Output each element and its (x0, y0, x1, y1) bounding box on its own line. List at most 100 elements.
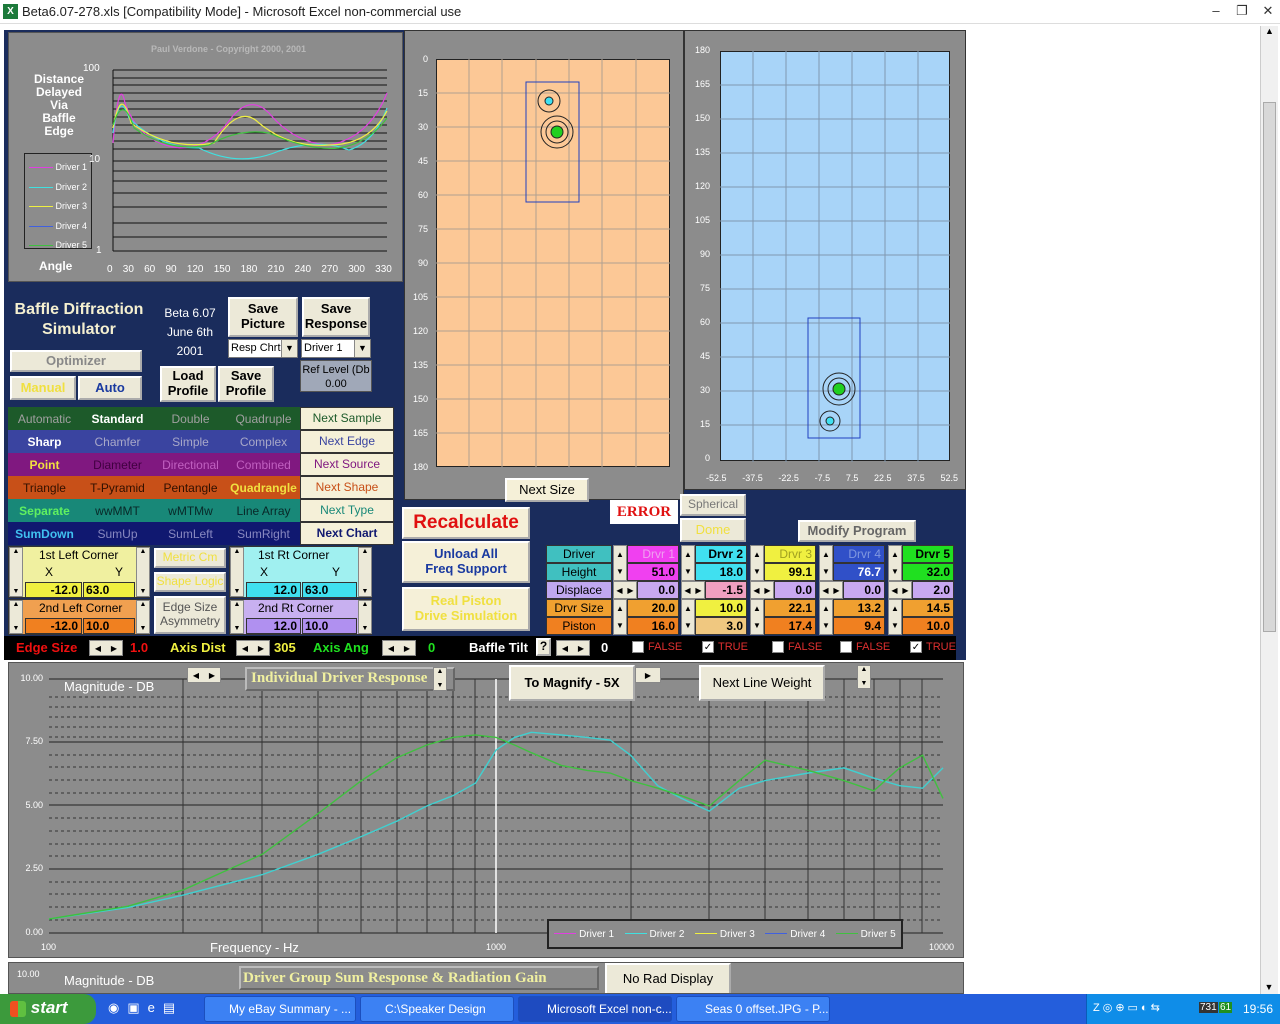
quick-launch-icon[interactable]: e (148, 1000, 163, 1015)
minimize-button[interactable]: – (1204, 2, 1228, 20)
option-quadrangle[interactable]: Quadrangle (227, 476, 300, 499)
corner-spinner[interactable]: ▲ ▼ (136, 547, 150, 597)
driver-4-checkbox[interactable] (840, 641, 852, 653)
close-button[interactable]: ✕ (1256, 2, 1280, 20)
taskbar-item-seas[interactable]: Seas 0 offset.JPG - P... (676, 996, 830, 1022)
option-t-pyramid[interactable]: T-Pyramid (81, 476, 154, 499)
ref-level-value[interactable]: 0.00 (301, 377, 371, 391)
driver-2-displace[interactable]: -1.5 (705, 581, 747, 599)
driver-4-height[interactable]: 76.7 (833, 563, 885, 581)
driver-3-piston[interactable]: 17.4 (764, 617, 816, 635)
driver-3-displace-arrows[interactable]: ◀ ▶ (750, 581, 774, 599)
option-wwmmt[interactable]: wwMMT (81, 499, 154, 522)
option-sumright[interactable]: SumRight (227, 522, 300, 545)
driver-1-name[interactable]: Drvr 1 (627, 545, 679, 563)
maximize-button[interactable]: ❐ (1230, 2, 1254, 20)
real-piston-button[interactable]: Real Piston Drive Simulation (402, 587, 530, 631)
driver-1-spinner[interactable]: ▲ ▼ (613, 545, 627, 581)
taskbar-item-speaker-design[interactable]: C:\Speaker Design (360, 996, 514, 1022)
save-profile-button[interactable]: Save Profile (218, 366, 274, 402)
option-wmtmw[interactable]: wMTMw (154, 499, 227, 522)
line-weight-spinner[interactable]: ▲ ▼ (857, 665, 871, 689)
driver-2-height[interactable]: 18.0 (695, 563, 747, 581)
driver-4-displace[interactable]: 0.0 (843, 581, 885, 599)
optimizer-button[interactable]: Optimizer (10, 350, 142, 372)
chart-scroll-arrows-right[interactable]: ▶ (635, 667, 661, 683)
driver-2-name[interactable]: Drvr 2 (695, 545, 747, 563)
edge-size-asymmetry-button[interactable]: Edge Size Asymmetry (154, 596, 226, 634)
load-profile-button[interactable]: Load Profile (160, 366, 216, 402)
next-source-button[interactable]: Next Source (300, 453, 394, 476)
option-simple[interactable]: Simple (154, 430, 227, 453)
driver-2-piston[interactable]: 3.0 (695, 617, 747, 635)
taskbar-item-excel[interactable]: Microsoft Excel non-c... (518, 996, 672, 1022)
next-type-button[interactable]: Next Type (300, 499, 394, 522)
driver-2-size[interactable]: 10.0 (695, 599, 747, 617)
shape-logic-button[interactable]: Shape Logic (154, 572, 226, 592)
option-sumleft[interactable]: SumLeft (154, 522, 227, 545)
driver-4-piston[interactable]: 9.4 (833, 617, 885, 635)
save-response-button[interactable]: Save Response (302, 297, 370, 337)
corner-spinner[interactable]: ▲ ▼ (230, 547, 244, 597)
title-spinner[interactable]: ▲ ▼ (433, 667, 447, 691)
chevron-down-icon[interactable]: ▼ (354, 340, 370, 357)
option-sumdown[interactable]: SumDown (8, 522, 81, 545)
driver-1-height[interactable]: 51.0 (627, 563, 679, 581)
right-corner-1-x[interactable]: 12.0 (246, 582, 301, 598)
save-picture-button[interactable]: Save Picture (228, 297, 298, 337)
option-point[interactable]: Point (8, 453, 81, 476)
quick-launch-icon[interactable]: ◉ (108, 1000, 127, 1015)
driver-4-size[interactable]: 13.2 (833, 599, 885, 617)
driver-5-piston[interactable]: 10.0 (902, 617, 954, 635)
unload-freq-support-button[interactable]: Unload All Freq Support (402, 541, 530, 583)
right-corner-1-y[interactable]: 63.0 (302, 582, 357, 598)
corner-spinner[interactable]: ▲ ▼ (230, 600, 244, 634)
option-sharp[interactable]: Sharp (8, 430, 81, 453)
right-corner-2-y[interactable]: 10.0 (302, 618, 357, 634)
tray-icons[interactable]: Z◎⊕▭◐⇆ (1093, 1001, 1163, 1014)
baffle-tilt-arrows[interactable]: ◀ ▶ (556, 640, 590, 656)
help-button[interactable]: ? (536, 638, 551, 656)
corner-spinner[interactable]: ▲ ▼ (136, 600, 150, 634)
right-corner-2-x[interactable]: 12.0 (246, 618, 301, 634)
driver-2-displace-arrows[interactable]: ◀ ▶ (681, 581, 705, 599)
driver-1-size-spinner[interactable]: ▲ ▼ (613, 599, 627, 635)
driver-5-name[interactable]: Drvr 5 (902, 545, 954, 563)
auto-button[interactable]: Auto (78, 376, 142, 400)
vertical-scrollbar[interactable]: ▲ ▼ (1260, 26, 1278, 994)
quick-launch-icon[interactable]: ▣ (127, 1000, 147, 1015)
edge-size-arrows[interactable]: ◀ ▶ (89, 640, 123, 656)
option-combined[interactable]: Combined (227, 453, 300, 476)
driver-5-size[interactable]: 14.5 (902, 599, 954, 617)
driver-1-size[interactable]: 20.0 (627, 599, 679, 617)
scroll-thumb[interactable] (1263, 102, 1276, 632)
next-edge-button[interactable]: Next Edge (300, 430, 394, 453)
corner-spinner[interactable]: ▲ ▼ (9, 547, 23, 597)
option-directional[interactable]: Directional (154, 453, 227, 476)
option-diameter[interactable]: Diameter (81, 453, 154, 476)
chart-scroll-arrows-left[interactable]: ◀ ▶ (187, 667, 221, 683)
driver-5-displace-arrows[interactable]: ◀ ▶ (888, 581, 912, 599)
scroll-down-icon[interactable]: ▼ (1261, 982, 1277, 992)
response-chart-select[interactable]: Resp Chrt ▼ (228, 339, 298, 358)
magnify-button[interactable]: To Magnify - 5X (509, 665, 635, 701)
driver-1-displace[interactable]: 0.0 (637, 581, 679, 599)
option-automatic[interactable]: Automatic (8, 407, 81, 430)
next-chart-button[interactable]: Next Chart (300, 522, 394, 545)
option-sumup[interactable]: SumUp (81, 522, 154, 545)
driver-2-spinner[interactable]: ▲ ▼ (681, 545, 695, 581)
option-line-array[interactable]: Line Array (227, 499, 300, 522)
driver-1-piston[interactable]: 16.0 (627, 617, 679, 635)
option-chamfer[interactable]: Chamfer (81, 430, 154, 453)
option-double[interactable]: Double (154, 407, 227, 430)
recalculate-button[interactable]: Recalculate (402, 507, 530, 539)
driver-5-spinner[interactable]: ▲ ▼ (888, 545, 902, 581)
axis-ang-arrows[interactable]: ◀ ▶ (382, 640, 416, 656)
driver-1-checkbox[interactable] (632, 641, 644, 653)
driver-3-spinner[interactable]: ▲ ▼ (750, 545, 764, 581)
driver-select[interactable]: Driver 1 ▼ (301, 339, 371, 358)
manual-button[interactable]: Manual (10, 376, 76, 400)
driver-5-height[interactable]: 32.0 (902, 563, 954, 581)
corner-spinner[interactable]: ▲ ▼ (358, 547, 372, 597)
driver-3-height[interactable]: 99.1 (764, 563, 816, 581)
